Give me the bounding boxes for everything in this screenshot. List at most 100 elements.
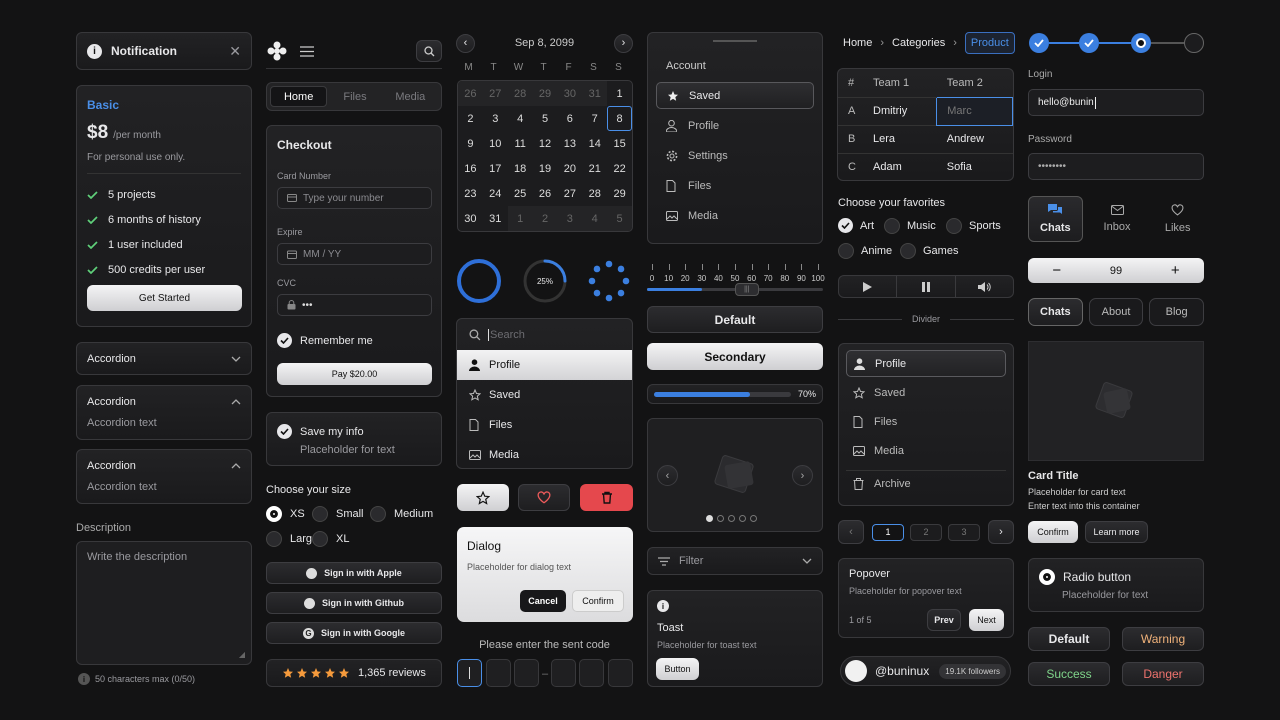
code-digit-input[interactable] — [514, 659, 539, 687]
radio-button[interactable] — [312, 506, 328, 522]
calendar-day[interactable]: 22 — [607, 156, 632, 181]
tab-media[interactable]: Media — [383, 86, 438, 107]
accordion-3[interactable]: Accordion Accordion text — [76, 449, 252, 504]
calendar-day[interactable]: 18 — [508, 156, 533, 181]
calendar-day[interactable]: 29 — [532, 81, 558, 106]
radio-card[interactable]: Radio button Placeholder for text — [1028, 558, 1204, 612]
next-month-button[interactable]: › — [614, 33, 633, 53]
step-current-icon[interactable] — [1131, 33, 1151, 53]
save-info-checkbox[interactable] — [277, 424, 292, 439]
cvc-input[interactable]: ••• — [277, 294, 432, 316]
toast-button[interactable]: Button — [656, 658, 699, 680]
size-option-medium[interactable]: Medium — [370, 506, 433, 522]
radio-button[interactable] — [266, 506, 282, 522]
calendar-day[interactable]: 7 — [582, 106, 607, 131]
calendar-day[interactable]: 31 — [582, 81, 608, 106]
step-complete-icon[interactable] — [1079, 33, 1099, 53]
size-option-small[interactable]: Small — [312, 506, 364, 522]
dialog-cancel-button[interactable]: Cancel — [520, 590, 566, 612]
login-input[interactable]: hello@bunin — [1028, 89, 1204, 116]
pay-button[interactable]: Pay $20.00 — [277, 363, 432, 385]
page-2-button[interactable]: 2 — [910, 523, 942, 541]
account-menu-item-files[interactable]: Files — [656, 172, 814, 199]
pill-tab-blog[interactable]: Blog — [1149, 298, 1205, 326]
calendar-day[interactable]: 2 — [532, 206, 558, 231]
calendar-day[interactable]: 24 — [483, 181, 508, 206]
card-confirm-button[interactable]: Confirm — [1028, 521, 1078, 543]
carousel-dot[interactable] — [750, 515, 757, 522]
calendar-day[interactable]: 6 — [557, 106, 582, 131]
calendar-day[interactable]: 4 — [508, 106, 533, 131]
tab-likes[interactable]: Likes — [1151, 196, 1204, 242]
calendar-day[interactable]: 15 — [607, 131, 632, 156]
calendar-day[interactable]: 29 — [607, 181, 632, 206]
tab-chats[interactable]: Chats — [1028, 196, 1083, 242]
slider-thumb[interactable]: ||| — [734, 283, 759, 296]
close-icon[interactable]: ✕ — [229, 43, 241, 60]
calendar-day[interactable]: 20 — [557, 156, 582, 181]
carousel-next-button[interactable]: › — [792, 465, 813, 486]
secondary-button[interactable]: Secondary — [647, 343, 823, 370]
calendar-day[interactable]: 16 — [458, 156, 483, 181]
calendar-day[interactable]: 30 — [557, 81, 583, 106]
page-prev-button[interactable]: ‹ — [838, 520, 864, 544]
calendar-day[interactable]: 4 — [582, 206, 608, 231]
calendar-day[interactable]: 13 — [557, 131, 582, 156]
radio-button[interactable] — [312, 531, 328, 547]
danger-status-button[interactable]: Danger — [1122, 662, 1204, 686]
account-menu-item-profile[interactable]: Profile — [656, 112, 814, 139]
size-option-large[interactable]: Large — [266, 531, 318, 547]
account-menu-item-media[interactable]: Media — [656, 202, 814, 229]
slider[interactable]: 0 10 20 30 40 50 60 70 80 90 100 ||| — [647, 262, 825, 296]
page-next-button[interactable]: › — [988, 520, 1014, 544]
pill-tab-about[interactable]: About — [1088, 298, 1144, 326]
accordion-2[interactable]: Accordion Accordion text — [76, 385, 252, 440]
page-1-button[interactable]: 1 — [872, 523, 904, 541]
get-started-button[interactable]: Get Started — [87, 285, 242, 311]
page-3-button[interactable]: 3 — [948, 523, 980, 541]
filter-select[interactable]: Filter — [647, 547, 823, 575]
size-option-xs[interactable]: XS — [266, 506, 305, 522]
calendar-day[interactable]: 26 — [533, 181, 558, 206]
google-sign-in-button[interactable]: G Sign in with Google — [266, 622, 442, 644]
prev-month-button[interactable]: ‹ — [456, 33, 475, 53]
step-complete-icon[interactable] — [1029, 33, 1049, 53]
code-digit-input[interactable] — [457, 659, 482, 687]
favorite-option-games[interactable]: Games — [900, 243, 958, 259]
table-cell[interactable]: Marc — [936, 96, 1013, 126]
calendar-day[interactable]: 27 — [482, 81, 508, 106]
play-icon[interactable] — [839, 281, 896, 292]
github-sign-in-button[interactable]: Sign in with Github — [266, 592, 442, 614]
calendar-day[interactable]: 8 — [607, 106, 632, 131]
remember-checkbox[interactable] — [277, 333, 292, 348]
calendar-day[interactable]: 9 — [458, 131, 483, 156]
description-textarea[interactable]: Write the description ◢ — [76, 541, 252, 665]
calendar-day[interactable]: 10 — [483, 131, 508, 156]
calendar-day[interactable]: 25 — [508, 181, 533, 206]
checkbox[interactable] — [838, 243, 854, 259]
calendar-day[interactable]: 12 — [533, 131, 558, 156]
card-number-input[interactable]: Type your number — [277, 187, 432, 209]
checkbox[interactable] — [946, 218, 962, 234]
calendar-day[interactable]: 2 — [458, 106, 483, 131]
account-menu-item-settings[interactable]: Settings — [656, 142, 814, 169]
star-button[interactable] — [457, 484, 509, 511]
minus-icon[interactable]: − — [1052, 262, 1061, 279]
pause-icon[interactable] — [897, 281, 954, 292]
breadcrumb-item-home[interactable]: Home — [843, 37, 872, 49]
side-menu-item-profile[interactable]: Profile — [846, 350, 1006, 377]
password-input[interactable]: •••••••• — [1028, 153, 1204, 180]
profile-chip[interactable]: @buninux 19.1K followers — [840, 656, 1011, 686]
calendar-day[interactable]: 23 — [458, 181, 483, 206]
search-menu-item-saved[interactable]: Saved — [457, 380, 632, 410]
search-field[interactable]: Search — [457, 319, 632, 350]
learn-more-button[interactable]: Learn more — [1085, 521, 1148, 543]
popover-prev-button[interactable]: Prev — [927, 609, 961, 631]
breadcrumb-item-categories[interactable]: Categories — [892, 37, 945, 49]
account-menu-item-saved[interactable]: Saved — [656, 82, 814, 109]
checkbox[interactable] — [838, 218, 853, 233]
calendar-day[interactable]: 1 — [607, 81, 632, 106]
side-menu-item-saved[interactable]: Saved — [846, 379, 1006, 406]
success-status-button[interactable]: Success — [1028, 662, 1110, 686]
calendar-day[interactable]: 28 — [507, 81, 533, 106]
